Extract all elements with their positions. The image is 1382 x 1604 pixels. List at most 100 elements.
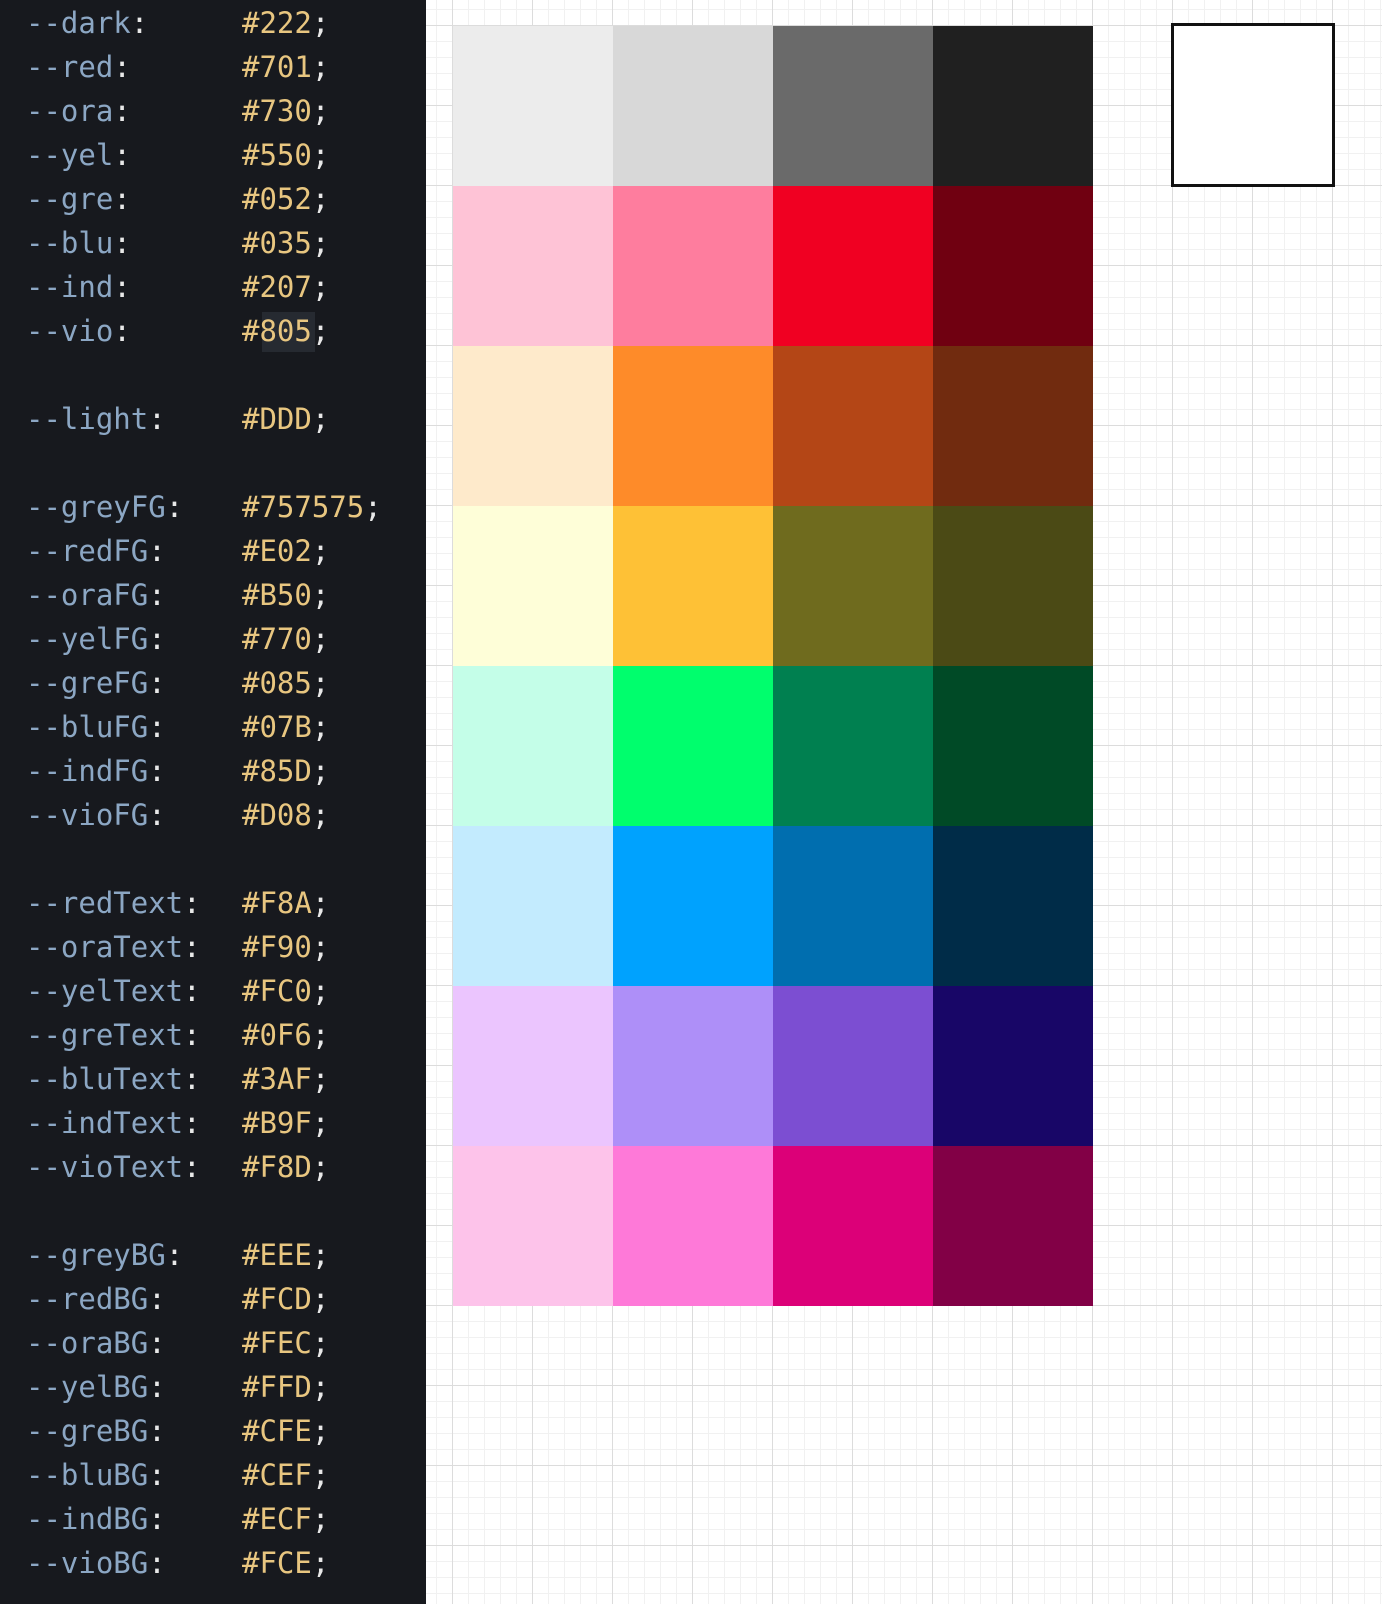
color-swatch[interactable] bbox=[453, 826, 613, 986]
code-line[interactable]: --oraFG: #B50; bbox=[26, 573, 329, 617]
code-line[interactable]: --red: #701; bbox=[26, 45, 329, 89]
code-line[interactable]: --redBG: #FCD; bbox=[26, 1277, 329, 1321]
css-value-wrap: #757575; bbox=[242, 485, 382, 529]
semicolon: ; bbox=[311, 1062, 330, 1096]
code-line[interactable]: --vio: #805; bbox=[26, 309, 329, 353]
color-swatch[interactable] bbox=[933, 1146, 1093, 1306]
color-swatch[interactable] bbox=[933, 666, 1093, 826]
code-line[interactable]: --indBG: #ECF; bbox=[26, 1497, 329, 1541]
css-value-wrap: #ECF; bbox=[242, 1497, 329, 1541]
color-swatch[interactable] bbox=[773, 186, 933, 346]
color-swatch[interactable] bbox=[773, 986, 933, 1146]
colon: : bbox=[183, 1106, 201, 1140]
code-line[interactable]: --vioText: #F8D; bbox=[26, 1145, 329, 1189]
semicolon: ; bbox=[311, 1150, 330, 1184]
css-color-value: #701 bbox=[242, 50, 312, 84]
color-swatch[interactable] bbox=[453, 1146, 613, 1306]
code-editor[interactable]: --dark: #222; --red: #701; --ora: #730; --yel:… bbox=[0, 0, 426, 1604]
color-swatch[interactable] bbox=[773, 826, 933, 986]
css-property-name: --gre bbox=[26, 182, 114, 216]
code-line[interactable]: --greText: #0F6; bbox=[26, 1013, 329, 1057]
colon: : bbox=[148, 710, 166, 744]
code-line[interactable]: --yelText: #FC0; bbox=[26, 969, 329, 1013]
color-swatch[interactable] bbox=[613, 986, 773, 1146]
design-canvas[interactable] bbox=[426, 0, 1382, 1604]
code-line[interactable]: --ind: #207; bbox=[26, 265, 329, 309]
color-swatch[interactable] bbox=[933, 346, 1093, 506]
color-swatch[interactable] bbox=[933, 826, 1093, 986]
code-line[interactable]: --light: #DDD; bbox=[26, 397, 329, 441]
css-property-name: --light bbox=[26, 402, 149, 436]
color-swatch[interactable] bbox=[453, 666, 613, 826]
color-swatch[interactable] bbox=[933, 986, 1093, 1146]
code-line[interactable]: --greFG: #085; bbox=[26, 661, 329, 705]
css-color-value: #3AF bbox=[242, 1062, 312, 1096]
color-swatch[interactable] bbox=[773, 666, 933, 826]
css-property-name: --ora bbox=[26, 94, 114, 128]
css-color-value: #ECF bbox=[242, 1502, 312, 1536]
color-swatch[interactable] bbox=[453, 506, 613, 666]
code-line[interactable]: --indText: #B9F; bbox=[26, 1101, 329, 1145]
semicolon: ; bbox=[311, 1458, 330, 1492]
css-color-value: #757575 bbox=[242, 490, 365, 524]
code-line[interactable]: --redFG: #E02; bbox=[26, 529, 329, 573]
code-line[interactable]: --oraText: #F90; bbox=[26, 925, 329, 969]
color-swatch[interactable] bbox=[933, 26, 1093, 186]
code-line[interactable]: --vioBG: #FCE; bbox=[26, 1541, 329, 1585]
code-line[interactable]: --indFG: #85D; bbox=[26, 749, 329, 793]
code-line[interactable]: --redText: #F8A; bbox=[26, 881, 329, 925]
color-swatch[interactable] bbox=[773, 346, 933, 506]
css-value-wrap: #222; bbox=[242, 1, 329, 45]
colon: : bbox=[183, 886, 201, 920]
css-color-value: #DDD bbox=[242, 402, 312, 436]
color-swatch[interactable] bbox=[613, 826, 773, 986]
code-line[interactable]: --greyBG: #EEE; bbox=[26, 1233, 329, 1277]
code-line[interactable]: --bluBG: #CEF; bbox=[26, 1453, 329, 1497]
color-swatch[interactable] bbox=[613, 506, 773, 666]
css-value-wrap: #805; bbox=[242, 309, 329, 353]
color-swatch[interactable] bbox=[933, 186, 1093, 346]
code-line[interactable]: --ora: #730; bbox=[26, 89, 329, 133]
color-swatch[interactable] bbox=[613, 186, 773, 346]
css-property-name: --yelText bbox=[26, 974, 184, 1008]
color-swatch[interactable] bbox=[453, 346, 613, 506]
code-line[interactable]: --yelBG: #FFD; bbox=[26, 1365, 329, 1409]
code-line[interactable]: --oraBG: #FEC; bbox=[26, 1321, 329, 1365]
selected-white-swatch[interactable] bbox=[1171, 23, 1335, 187]
color-swatch[interactable] bbox=[613, 1146, 773, 1306]
css-color-value: #FCD bbox=[242, 1282, 312, 1316]
colon: : bbox=[183, 1062, 201, 1096]
css-color-value: #222 bbox=[242, 6, 312, 40]
code-line[interactable]: --dark: #222; bbox=[26, 1, 329, 45]
color-swatch[interactable] bbox=[773, 506, 933, 666]
code-line[interactable]: --greyFG: #757575; bbox=[26, 485, 382, 529]
color-swatch[interactable] bbox=[613, 666, 773, 826]
css-value-wrap: #D08; bbox=[242, 793, 329, 837]
colon: : bbox=[183, 930, 201, 964]
color-swatch[interactable] bbox=[453, 186, 613, 346]
color-swatch[interactable] bbox=[773, 1146, 933, 1306]
semicolon: ; bbox=[311, 270, 330, 304]
code-line[interactable]: --blu: #035; bbox=[26, 221, 329, 265]
semicolon: ; bbox=[364, 490, 382, 524]
color-swatch[interactable] bbox=[453, 986, 613, 1146]
css-color-value: #B9F bbox=[242, 1106, 312, 1140]
css-value-wrap: #701; bbox=[242, 45, 329, 89]
css-property-name: --blu bbox=[26, 226, 114, 260]
code-line[interactable]: --bluFG: #07B; bbox=[26, 705, 329, 749]
color-swatch[interactable] bbox=[453, 26, 613, 186]
colon: : bbox=[148, 1458, 166, 1492]
css-value-wrap: #B9F; bbox=[242, 1101, 329, 1145]
color-swatch[interactable] bbox=[613, 26, 773, 186]
color-swatch[interactable] bbox=[933, 506, 1093, 666]
css-color-value: #B50 bbox=[242, 578, 312, 612]
code-line[interactable]: --vioFG: #D08; bbox=[26, 793, 329, 837]
code-line[interactable]: --greBG: #CFE; bbox=[26, 1409, 329, 1453]
css-value-wrap: #CFE; bbox=[242, 1409, 329, 1453]
color-swatch[interactable] bbox=[773, 26, 933, 186]
color-swatch[interactable] bbox=[613, 346, 773, 506]
code-line[interactable]: --yelFG: #770; bbox=[26, 617, 329, 661]
code-line[interactable]: --gre: #052; bbox=[26, 177, 329, 221]
code-line[interactable]: --bluText: #3AF; bbox=[26, 1057, 329, 1101]
code-line[interactable]: --yel: #550; bbox=[26, 133, 329, 177]
